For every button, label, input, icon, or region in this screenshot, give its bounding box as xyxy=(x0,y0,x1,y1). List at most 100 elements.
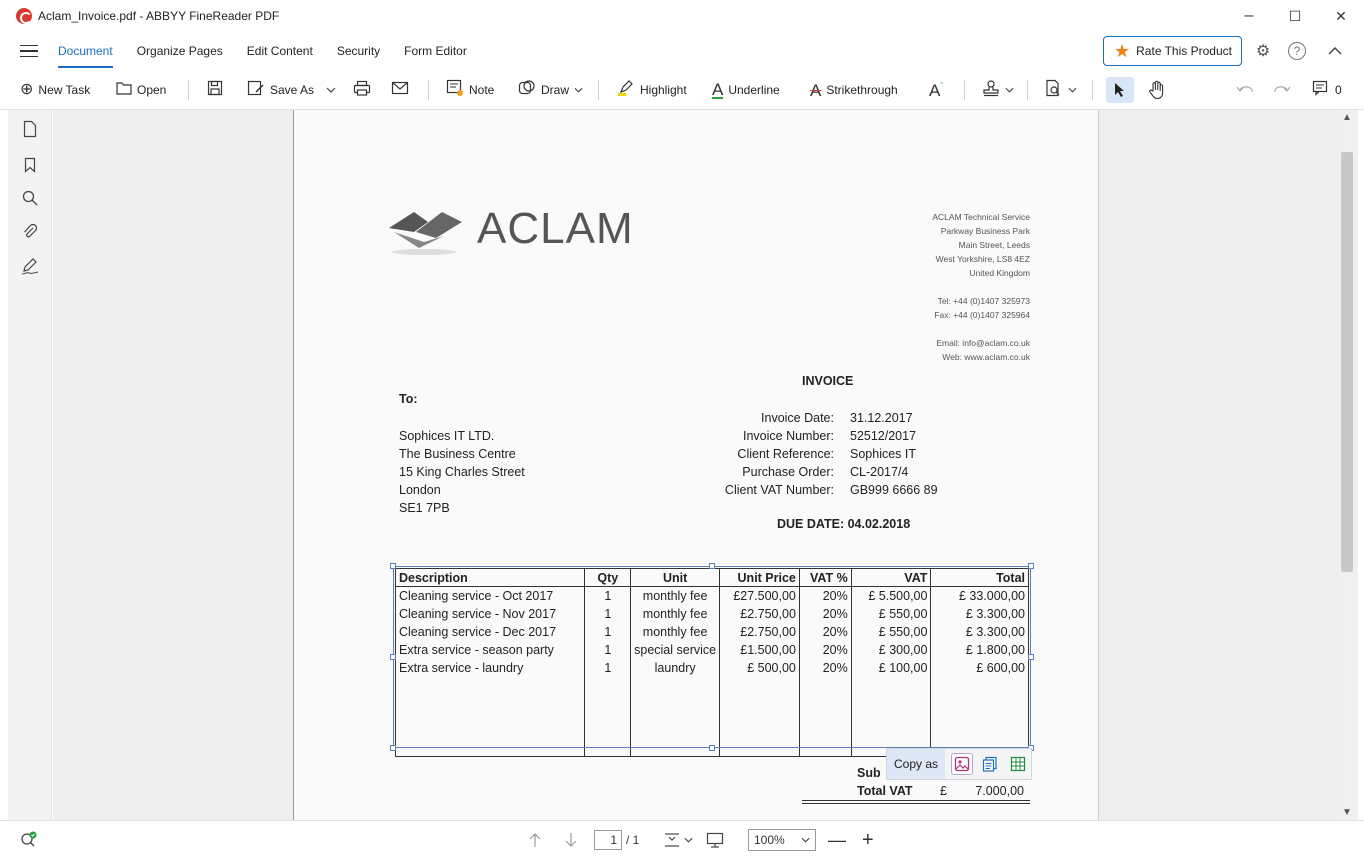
table-header: Unit Price xyxy=(719,568,800,587)
save-as-button[interactable]: Save As xyxy=(247,78,314,102)
redo-icon[interactable] xyxy=(1273,78,1291,102)
next-page-arrow-icon[interactable] xyxy=(564,829,578,851)
comments-button[interactable]: 0 xyxy=(1312,78,1342,102)
ocr-status-icon[interactable] xyxy=(20,829,38,851)
collapse-ribbon-chevron-icon[interactable] xyxy=(1324,40,1346,62)
to-label: To: xyxy=(399,392,418,406)
select-pointer-icon[interactable] xyxy=(1106,77,1134,103)
strikethrough-label: Strikethrough xyxy=(826,83,898,97)
invoice-table[interactable]: Description Qty Unit Unit Price VAT % VA… xyxy=(394,568,1029,757)
recipient-address: Sophices IT LTD. The Business Centre 15 … xyxy=(399,429,525,515)
minimize-button[interactable]: – xyxy=(1226,0,1272,32)
zoom-dropdown-chevron-icon[interactable] xyxy=(801,837,810,843)
zoom-in-icon[interactable]: + xyxy=(862,829,874,851)
strikethrough-button[interactable]: A Strikethrough xyxy=(810,78,898,102)
pages-panel-icon[interactable] xyxy=(20,119,40,139)
table-row: Cleaning service - Oct 2017 1 monthly fee £… xyxy=(394,586,1029,605)
page-number-input[interactable]: 1 xyxy=(594,830,622,850)
table-row: Extra service - season party 1 special ser… xyxy=(394,640,1029,659)
hand-tool-icon[interactable] xyxy=(1148,78,1166,102)
underline-icon: A xyxy=(712,79,724,99)
close-button[interactable]: ✕ xyxy=(1318,0,1364,32)
stamp-dropdown-chevron-icon[interactable] xyxy=(1005,87,1014,93)
left-sidebar xyxy=(8,110,52,820)
table-row: Cleaning service - Nov 2017 1 monthly fee £… xyxy=(394,604,1029,623)
copy-as-toolbar: Copy as xyxy=(886,748,1032,780)
table-header: Unit xyxy=(630,568,721,587)
table-header: VAT xyxy=(850,568,932,587)
attachments-paperclip-icon[interactable] xyxy=(20,222,40,242)
tab-security[interactable]: Security xyxy=(337,34,380,68)
title-bar: Aclam_Invoice.pdf - ABBYY FineReader PDF… xyxy=(0,0,1364,32)
company-address: ACLAM Technical Service Parkway Business… xyxy=(932,212,1030,362)
comments-icon xyxy=(1312,80,1330,100)
highlight-button[interactable]: Highlight xyxy=(617,78,687,102)
tab-document[interactable]: Document xyxy=(58,34,113,68)
tab-form-editor[interactable]: Form Editor xyxy=(404,34,467,68)
text-style-button[interactable]: Aˇ xyxy=(929,78,943,102)
scrollbar-thumb[interactable] xyxy=(1341,152,1353,572)
new-task-button[interactable]: ⊕ New Task xyxy=(20,78,90,102)
zoom-out-icon[interactable]: — xyxy=(828,829,846,851)
bookmarks-icon[interactable] xyxy=(20,155,40,175)
print-button[interactable] xyxy=(353,78,371,102)
table-header: Total xyxy=(930,568,1029,587)
zoom-select[interactable]: 100% xyxy=(748,829,816,851)
compare-dropdown-chevron-icon[interactable] xyxy=(1068,87,1077,93)
open-button[interactable]: Open xyxy=(116,78,166,102)
window-controls: – ☐ ✕ xyxy=(1226,0,1364,32)
underline-button[interactable]: A Underline xyxy=(712,78,780,102)
page-navigator: 1 / 1 xyxy=(594,829,639,851)
draw-dropdown-chevron-icon[interactable] xyxy=(574,87,583,93)
copy-as-label: Copy as xyxy=(887,749,946,779)
copy-as-image-icon[interactable] xyxy=(951,753,974,775)
save-as-icon xyxy=(247,80,265,100)
total-vat-value: £ 7.000,00 xyxy=(940,784,1024,798)
note-button[interactable]: Note xyxy=(446,78,494,102)
vertical-scrollbar[interactable]: ▲ ▼ xyxy=(1338,110,1358,820)
tab-edit-content[interactable]: Edit Content xyxy=(247,34,313,68)
text-format-icon: Aˇ xyxy=(929,80,944,100)
tab-organize-pages[interactable]: Organize Pages xyxy=(137,34,223,68)
copy-as-table-icon[interactable] xyxy=(1007,753,1029,775)
save-as-dropdown-chevron-icon[interactable] xyxy=(326,78,336,102)
rate-product-button[interactable]: ★ Rate This Product xyxy=(1103,36,1242,66)
note-label: Note xyxy=(469,83,495,97)
menu-icon[interactable] xyxy=(20,44,38,58)
previous-page-arrow-icon[interactable] xyxy=(528,829,542,851)
subtotal-label: Sub xyxy=(857,766,881,780)
scroll-up-arrow-icon[interactable]: ▲ xyxy=(1342,112,1352,123)
new-task-label: New Task xyxy=(38,83,91,97)
undo-icon[interactable] xyxy=(1236,78,1254,102)
fit-dropdown-chevron-icon[interactable] xyxy=(684,837,693,843)
highlight-label: Highlight xyxy=(640,83,687,97)
settings-gear-icon[interactable]: ⚙ xyxy=(1252,40,1274,62)
search-icon[interactable] xyxy=(20,188,40,208)
document-viewport: ACLAM ACLAM Technical Service Parkway Bu… xyxy=(53,110,1338,820)
maximize-button[interactable]: ☐ xyxy=(1272,0,1318,32)
help-icon[interactable]: ? xyxy=(1288,42,1306,60)
stamp-button[interactable] xyxy=(982,78,1014,102)
presentation-mode-icon[interactable] xyxy=(706,829,724,851)
open-label: Open xyxy=(137,83,167,97)
save-disk-icon xyxy=(207,80,223,100)
email-button[interactable] xyxy=(391,78,409,102)
stamp-icon xyxy=(982,79,1000,101)
status-bar: 1 / 1 100% — + xyxy=(0,820,1364,859)
copy-as-text-icon[interactable] xyxy=(979,753,1001,775)
signature-pen-icon[interactable] xyxy=(20,256,40,276)
scroll-down-arrow-icon[interactable]: ▼ xyxy=(1342,807,1352,818)
fit-page-button[interactable] xyxy=(664,829,693,851)
invoice-details: Invoice Date: 31.12.2017 Invoice Number: 5… xyxy=(724,411,938,497)
compare-button[interactable] xyxy=(1045,78,1077,102)
folder-icon xyxy=(116,81,132,99)
table-header: Qty xyxy=(584,568,632,587)
pdf-page: ACLAM ACLAM Technical Service Parkway Bu… xyxy=(293,110,1099,820)
draw-button[interactable]: Draw xyxy=(518,78,583,102)
draw-label: Draw xyxy=(541,83,570,97)
aclam-logo-icon xyxy=(389,212,462,255)
table-row: Extra service - laundry 1 laundry £ 500,00 2… xyxy=(394,658,1029,677)
table-row: Cleaning service - Dec 2017 1 monthly fee £… xyxy=(394,622,1029,641)
total-vat-label: Total VAT xyxy=(857,784,913,798)
save-button[interactable] xyxy=(207,78,223,102)
